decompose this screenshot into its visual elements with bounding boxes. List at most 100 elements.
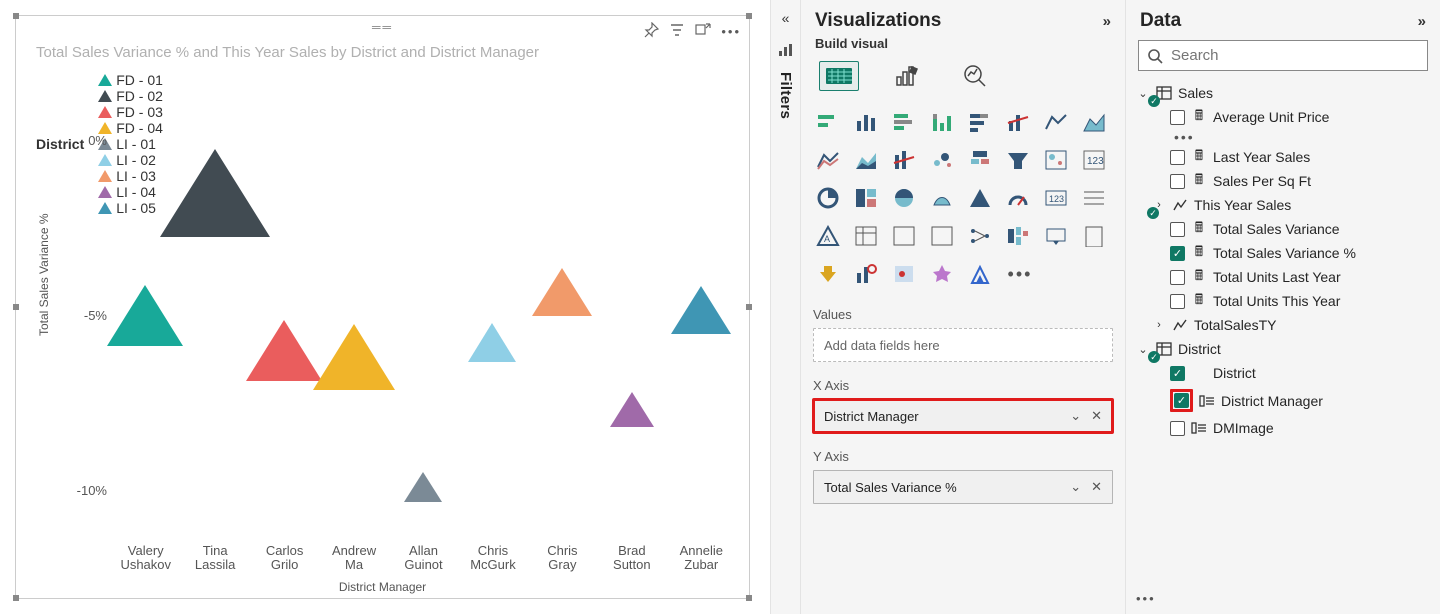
field-this-year-sales[interactable]: ›This Year Sales✓ [1134, 193, 1432, 217]
viz-type-icon[interactable] [1077, 105, 1111, 139]
checkbox[interactable] [1170, 421, 1185, 436]
viz-type-icon[interactable] [1039, 143, 1073, 177]
filter-icon[interactable] [669, 22, 685, 41]
checkbox-checked[interactable]: ✓ [1174, 393, 1189, 408]
visual-frame[interactable]: ══ ••• Total Sales Variance % and This Y… [15, 15, 750, 599]
viz-type-icon[interactable] [963, 143, 997, 177]
viz-type-icon[interactable] [849, 257, 883, 291]
search-box[interactable] [1138, 40, 1428, 71]
table-district[interactable]: ⌄ District ✓ [1134, 337, 1432, 361]
viz-type-icon[interactable] [1001, 105, 1035, 139]
chart-marker[interactable] [532, 268, 592, 316]
expand-filters-icon[interactable]: « [782, 10, 790, 26]
chart-marker[interactable] [107, 285, 183, 346]
viz-type-icon[interactable] [849, 219, 883, 253]
viz-type-icon[interactable] [849, 105, 883, 139]
viz-type-icon[interactable] [925, 181, 959, 215]
chart-marker[interactable] [610, 392, 654, 427]
viz-type-icon[interactable] [1077, 181, 1111, 215]
checkbox[interactable] [1170, 222, 1185, 237]
viz-type-icon[interactable] [811, 105, 845, 139]
viz-type-icon[interactable] [1001, 143, 1035, 177]
analytics-tab[interactable] [955, 61, 995, 91]
xaxis-remove-icon[interactable]: ✕ [1091, 408, 1102, 424]
checkbox[interactable] [1170, 150, 1185, 165]
yaxis-well[interactable]: Total Sales Variance % ⌄✕ [813, 470, 1113, 504]
checkbox-checked[interactable]: ✓ [1170, 366, 1185, 381]
chart-marker[interactable] [671, 286, 731, 334]
viz-type-icon[interactable] [963, 105, 997, 139]
viz-type-icon[interactable] [887, 257, 921, 291]
viz-type-icon[interactable] [1001, 181, 1035, 215]
viz-type-icon[interactable]: A [811, 219, 845, 253]
field-total-units-last-year[interactable]: 🖩Total Units Last Year [1134, 265, 1432, 289]
field-avg-unit-price[interactable]: 🖩Average Unit Price [1134, 105, 1432, 129]
viz-type-icon[interactable] [963, 257, 997, 291]
field-sales-per-sqft[interactable]: 🖩Sales Per Sq Ft [1134, 169, 1432, 193]
viz-type-icon[interactable] [887, 105, 921, 139]
more-options-icon[interactable]: ••• [721, 24, 741, 39]
build-visual-tab[interactable] [819, 61, 859, 91]
field-dm-image[interactable]: DMImage [1134, 416, 1432, 440]
checkbox[interactable] [1170, 294, 1185, 309]
table-sales[interactable]: ⌄ Sales ✓ [1134, 81, 1432, 105]
viz-type-icon[interactable] [1039, 105, 1073, 139]
viz-type-icon[interactable] [887, 143, 921, 177]
checkbox[interactable] [1170, 110, 1185, 125]
viz-type-icon[interactable] [963, 219, 997, 253]
legend-item[interactable]: FD - 01 [98, 72, 163, 88]
viz-type-icon[interactable] [849, 143, 883, 177]
field-total-units-this-year[interactable]: 🖩Total Units This Year [1134, 289, 1432, 313]
legend-item[interactable]: FD - 02 [98, 88, 163, 104]
viz-type-icon[interactable] [925, 219, 959, 253]
field-total-sales-variance-pct[interactable]: ✓🖩Total Sales Variance % [1134, 241, 1432, 265]
collapse-data-icon[interactable]: » [1418, 13, 1426, 30]
expand-icon[interactable]: › [1152, 319, 1166, 331]
xaxis-dropdown-icon[interactable]: ⌄ [1070, 408, 1081, 424]
xaxis-well[interactable]: District Manager ⌄✕ [813, 399, 1113, 433]
viz-type-icon[interactable]: 123 [1039, 181, 1073, 215]
drag-grip-icon[interactable]: ══ [372, 20, 393, 34]
collapse-visualizations-icon[interactable]: » [1103, 13, 1111, 30]
overflow-dots[interactable]: ••• [1134, 129, 1432, 145]
viz-type-icon[interactable] [887, 219, 921, 253]
more-visuals-icon[interactable]: ••• [1001, 257, 1035, 291]
viz-type-icon[interactable] [925, 257, 959, 291]
viz-type-icon[interactable] [811, 143, 845, 177]
measure-icon: 🖩 [1191, 150, 1207, 164]
field-total-sales-variance[interactable]: 🖩Total Sales Variance [1134, 217, 1432, 241]
field-last-year-sales[interactable]: 🖩Last Year Sales [1134, 145, 1432, 169]
report-canvas[interactable]: ══ ••• Total Sales Variance % and This Y… [0, 0, 770, 614]
values-well[interactable]: Add data fields here [813, 328, 1113, 362]
viz-type-icon[interactable] [925, 143, 959, 177]
chart-marker[interactable] [313, 324, 395, 390]
field-total-sales-ty[interactable]: ›TotalSalesTY [1134, 313, 1432, 337]
chart-marker[interactable] [468, 323, 516, 362]
viz-type-icon[interactable] [963, 181, 997, 215]
pin-icon[interactable] [643, 22, 659, 41]
field-district-manager[interactable]: ✓District Manager [1134, 385, 1432, 416]
viz-type-icon[interactable] [811, 181, 845, 215]
chart-marker[interactable] [246, 320, 322, 381]
filters-pane-collapsed[interactable]: « Filters [770, 0, 800, 614]
chart-marker[interactable] [160, 149, 270, 237]
checkbox-checked[interactable]: ✓ [1170, 246, 1185, 261]
viz-type-icon[interactable] [1001, 219, 1035, 253]
viz-type-icon[interactable]: 123 [1077, 143, 1111, 177]
search-input[interactable] [1171, 47, 1419, 64]
more-icon[interactable]: ••• [1136, 591, 1156, 606]
chart-marker[interactable] [404, 472, 442, 502]
checkbox[interactable] [1170, 174, 1185, 189]
yaxis-remove-icon[interactable]: ✕ [1091, 479, 1102, 495]
checkbox[interactable] [1170, 270, 1185, 285]
field-district[interactable]: ✓District [1134, 361, 1432, 385]
viz-type-icon[interactable] [811, 257, 845, 291]
format-visual-tab[interactable] [887, 61, 927, 91]
viz-type-icon[interactable] [849, 181, 883, 215]
yaxis-dropdown-icon[interactable]: ⌄ [1070, 479, 1081, 495]
viz-type-icon[interactable] [1039, 219, 1073, 253]
viz-type-icon[interactable] [925, 105, 959, 139]
viz-type-icon[interactable] [887, 181, 921, 215]
viz-type-icon[interactable] [1077, 219, 1111, 253]
focus-mode-icon[interactable] [695, 22, 711, 41]
